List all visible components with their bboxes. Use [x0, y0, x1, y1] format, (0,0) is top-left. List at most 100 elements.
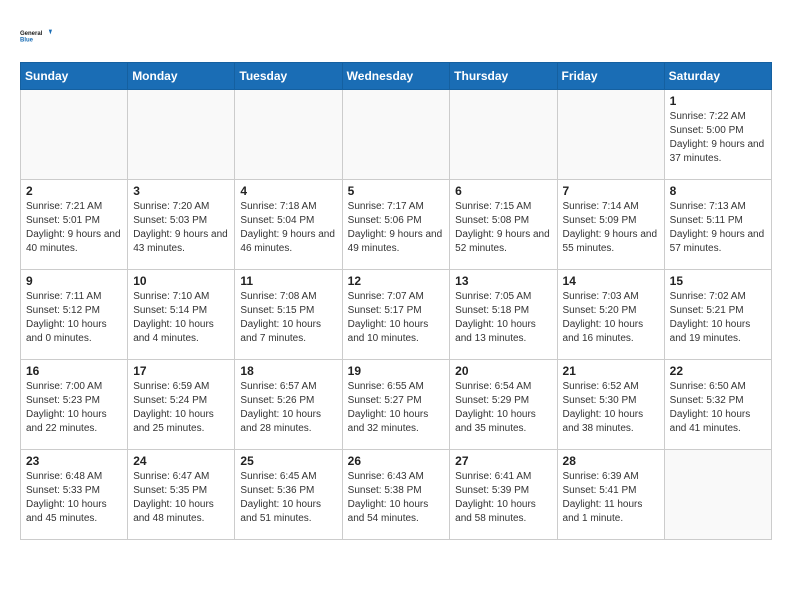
- day-info: Sunrise: 7:03 AM Sunset: 5:20 PM Dayligh…: [563, 290, 659, 346]
- calendar-cell: 16 Sunrise: 7:00 AM Sunset: 5:23 PM Dayli…: [21, 360, 128, 450]
- calendar-cell: 22 Sunrise: 6:50 AM Sunset: 5:32 PM Dayli…: [664, 360, 771, 450]
- day-number: 17: [133, 364, 229, 378]
- calendar-cell: 6 Sunrise: 7:15 AM Sunset: 5:08 PM Daylig…: [450, 180, 557, 270]
- weekday-header-monday: Monday: [128, 63, 235, 90]
- day-number: 16: [26, 364, 122, 378]
- day-info: Sunrise: 7:08 AM Sunset: 5:15 PM Dayligh…: [240, 290, 336, 346]
- weekday-header-row: SundayMondayTuesdayWednesdayThursdayFrid…: [21, 63, 772, 90]
- calendar-cell: 18 Sunrise: 6:57 AM Sunset: 5:26 PM Dayli…: [235, 360, 342, 450]
- day-number: 6: [455, 184, 551, 198]
- weekday-header-saturday: Saturday: [664, 63, 771, 90]
- day-info: Sunrise: 6:50 AM Sunset: 5:32 PM Dayligh…: [670, 380, 766, 436]
- day-info: Sunrise: 7:17 AM Sunset: 5:06 PM Dayligh…: [348, 200, 445, 256]
- calendar-cell: 15 Sunrise: 7:02 AM Sunset: 5:21 PM Dayli…: [664, 270, 771, 360]
- calendar-cell: 1 Sunrise: 7:22 AM Sunset: 5:00 PM Daylig…: [664, 90, 771, 180]
- calendar-cell: [342, 90, 450, 180]
- day-number: 19: [348, 364, 445, 378]
- logo: General Blue: [20, 20, 52, 52]
- day-info: Sunrise: 7:07 AM Sunset: 5:17 PM Dayligh…: [348, 290, 445, 346]
- day-info: Sunrise: 7:00 AM Sunset: 5:23 PM Dayligh…: [26, 380, 122, 436]
- day-info: Sunrise: 7:10 AM Sunset: 5:14 PM Dayligh…: [133, 290, 229, 346]
- calendar-cell: 21 Sunrise: 6:52 AM Sunset: 5:30 PM Dayli…: [557, 360, 664, 450]
- day-number: 14: [563, 274, 659, 288]
- day-info: Sunrise: 7:05 AM Sunset: 5:18 PM Dayligh…: [455, 290, 551, 346]
- calendar-cell: [128, 90, 235, 180]
- day-info: Sunrise: 6:45 AM Sunset: 5:36 PM Dayligh…: [240, 470, 336, 526]
- calendar-cell: 7Sunrise: 7:14 AM Sunset: 5:09 PM Daylig…: [557, 180, 664, 270]
- calendar-cell: 4 Sunrise: 7:18 AM Sunset: 5:04 PM Daylig…: [235, 180, 342, 270]
- calendar-table: SundayMondayTuesdayWednesdayThursdayFrid…: [20, 62, 772, 540]
- day-number: 5: [348, 184, 445, 198]
- day-number: 9: [26, 274, 122, 288]
- calendar-cell: [21, 90, 128, 180]
- calendar-cell: 24 Sunrise: 6:47 AM Sunset: 5:35 PM Dayli…: [128, 450, 235, 540]
- weekday-header-thursday: Thursday: [450, 63, 557, 90]
- day-number: 4: [240, 184, 336, 198]
- day-info: Sunrise: 6:39 AM Sunset: 5:41 PM Dayligh…: [563, 470, 659, 526]
- day-number: 15: [670, 274, 766, 288]
- calendar-cell: 8 Sunrise: 7:13 AM Sunset: 5:11 PM Daylig…: [664, 180, 771, 270]
- calendar-cell: [450, 90, 557, 180]
- calendar-week-1: 1 Sunrise: 7:22 AM Sunset: 5:00 PM Daylig…: [21, 90, 772, 180]
- day-number: 28: [563, 454, 659, 468]
- calendar-week-2: 2 Sunrise: 7:21 AM Sunset: 5:01 PM Daylig…: [21, 180, 772, 270]
- day-number: 3: [133, 184, 229, 198]
- calendar-cell: 13 Sunrise: 7:05 AM Sunset: 5:18 PM Dayli…: [450, 270, 557, 360]
- day-number: 26: [348, 454, 445, 468]
- svg-text:Blue: Blue: [20, 38, 34, 44]
- calendar-cell: 12Sunrise: 7:07 AM Sunset: 5:17 PM Dayli…: [342, 270, 450, 360]
- calendar-cell: 28 Sunrise: 6:39 AM Sunset: 5:41 PM Dayli…: [557, 450, 664, 540]
- day-info: Sunrise: 7:20 AM Sunset: 5:03 PM Dayligh…: [133, 200, 229, 256]
- day-info: Sunrise: 6:48 AM Sunset: 5:33 PM Dayligh…: [26, 470, 122, 526]
- day-info: Sunrise: 6:54 AM Sunset: 5:29 PM Dayligh…: [455, 380, 551, 436]
- day-info: Sunrise: 7:21 AM Sunset: 5:01 PM Dayligh…: [26, 200, 122, 256]
- day-info: Sunrise: 6:47 AM Sunset: 5:35 PM Dayligh…: [133, 470, 229, 526]
- day-number: 24: [133, 454, 229, 468]
- day-info: Sunrise: 7:13 AM Sunset: 5:11 PM Dayligh…: [670, 200, 766, 256]
- day-number: 11: [240, 274, 336, 288]
- weekday-header-sunday: Sunday: [21, 63, 128, 90]
- calendar-cell: 10 Sunrise: 7:10 AM Sunset: 5:14 PM Dayli…: [128, 270, 235, 360]
- day-number: 1: [670, 94, 766, 108]
- day-info: Sunrise: 6:57 AM Sunset: 5:26 PM Dayligh…: [240, 380, 336, 436]
- weekday-header-friday: Friday: [557, 63, 664, 90]
- weekday-header-tuesday: Tuesday: [235, 63, 342, 90]
- day-number: 20: [455, 364, 551, 378]
- calendar-week-4: 16 Sunrise: 7:00 AM Sunset: 5:23 PM Dayli…: [21, 360, 772, 450]
- calendar-cell: 3 Sunrise: 7:20 AM Sunset: 5:03 PM Daylig…: [128, 180, 235, 270]
- day-info: Sunrise: 7:02 AM Sunset: 5:21 PM Dayligh…: [670, 290, 766, 346]
- day-number: 18: [240, 364, 336, 378]
- calendar-cell: 2 Sunrise: 7:21 AM Sunset: 5:01 PM Daylig…: [21, 180, 128, 270]
- day-number: 8: [670, 184, 766, 198]
- day-number: 22: [670, 364, 766, 378]
- day-number: 2: [26, 184, 122, 198]
- calendar-week-5: 23 Sunrise: 6:48 AM Sunset: 5:33 PM Dayli…: [21, 450, 772, 540]
- day-info: Sunrise: 6:52 AM Sunset: 5:30 PM Dayligh…: [563, 380, 659, 436]
- calendar-cell: 19Sunrise: 6:55 AM Sunset: 5:27 PM Dayli…: [342, 360, 450, 450]
- calendar-cell: 25 Sunrise: 6:45 AM Sunset: 5:36 PM Dayli…: [235, 450, 342, 540]
- day-info: Sunrise: 7:15 AM Sunset: 5:08 PM Dayligh…: [455, 200, 551, 256]
- calendar-cell: 11 Sunrise: 7:08 AM Sunset: 5:15 PM Dayli…: [235, 270, 342, 360]
- day-info: Sunrise: 7:22 AM Sunset: 5:00 PM Dayligh…: [670, 110, 766, 166]
- logo-icon: General Blue: [20, 20, 52, 52]
- day-number: 23: [26, 454, 122, 468]
- day-number: 25: [240, 454, 336, 468]
- calendar-cell: 9 Sunrise: 7:11 AM Sunset: 5:12 PM Daylig…: [21, 270, 128, 360]
- day-info: Sunrise: 6:59 AM Sunset: 5:24 PM Dayligh…: [133, 380, 229, 436]
- day-info: Sunrise: 7:14 AM Sunset: 5:09 PM Dayligh…: [563, 200, 659, 256]
- calendar-cell: 20 Sunrise: 6:54 AM Sunset: 5:29 PM Dayli…: [450, 360, 557, 450]
- day-number: 21: [563, 364, 659, 378]
- calendar-cell: 27Sunrise: 6:41 AM Sunset: 5:39 PM Dayli…: [450, 450, 557, 540]
- page-header: General Blue: [20, 20, 772, 52]
- calendar-cell: 26Sunrise: 6:43 AM Sunset: 5:38 PM Dayli…: [342, 450, 450, 540]
- day-number: 13: [455, 274, 551, 288]
- calendar-cell: 14 Sunrise: 7:03 AM Sunset: 5:20 PM Dayli…: [557, 270, 664, 360]
- day-number: 10: [133, 274, 229, 288]
- svg-text:General: General: [20, 31, 43, 37]
- day-info: Sunrise: 6:41 AM Sunset: 5:39 PM Dayligh…: [455, 470, 551, 526]
- calendar-cell: 5 Sunrise: 7:17 AM Sunset: 5:06 PM Daylig…: [342, 180, 450, 270]
- day-info: Sunrise: 7:18 AM Sunset: 5:04 PM Dayligh…: [240, 200, 336, 256]
- calendar-cell: 23 Sunrise: 6:48 AM Sunset: 5:33 PM Dayli…: [21, 450, 128, 540]
- calendar-week-3: 9 Sunrise: 7:11 AM Sunset: 5:12 PM Daylig…: [21, 270, 772, 360]
- day-info: Sunrise: 7:11 AM Sunset: 5:12 PM Dayligh…: [26, 290, 122, 346]
